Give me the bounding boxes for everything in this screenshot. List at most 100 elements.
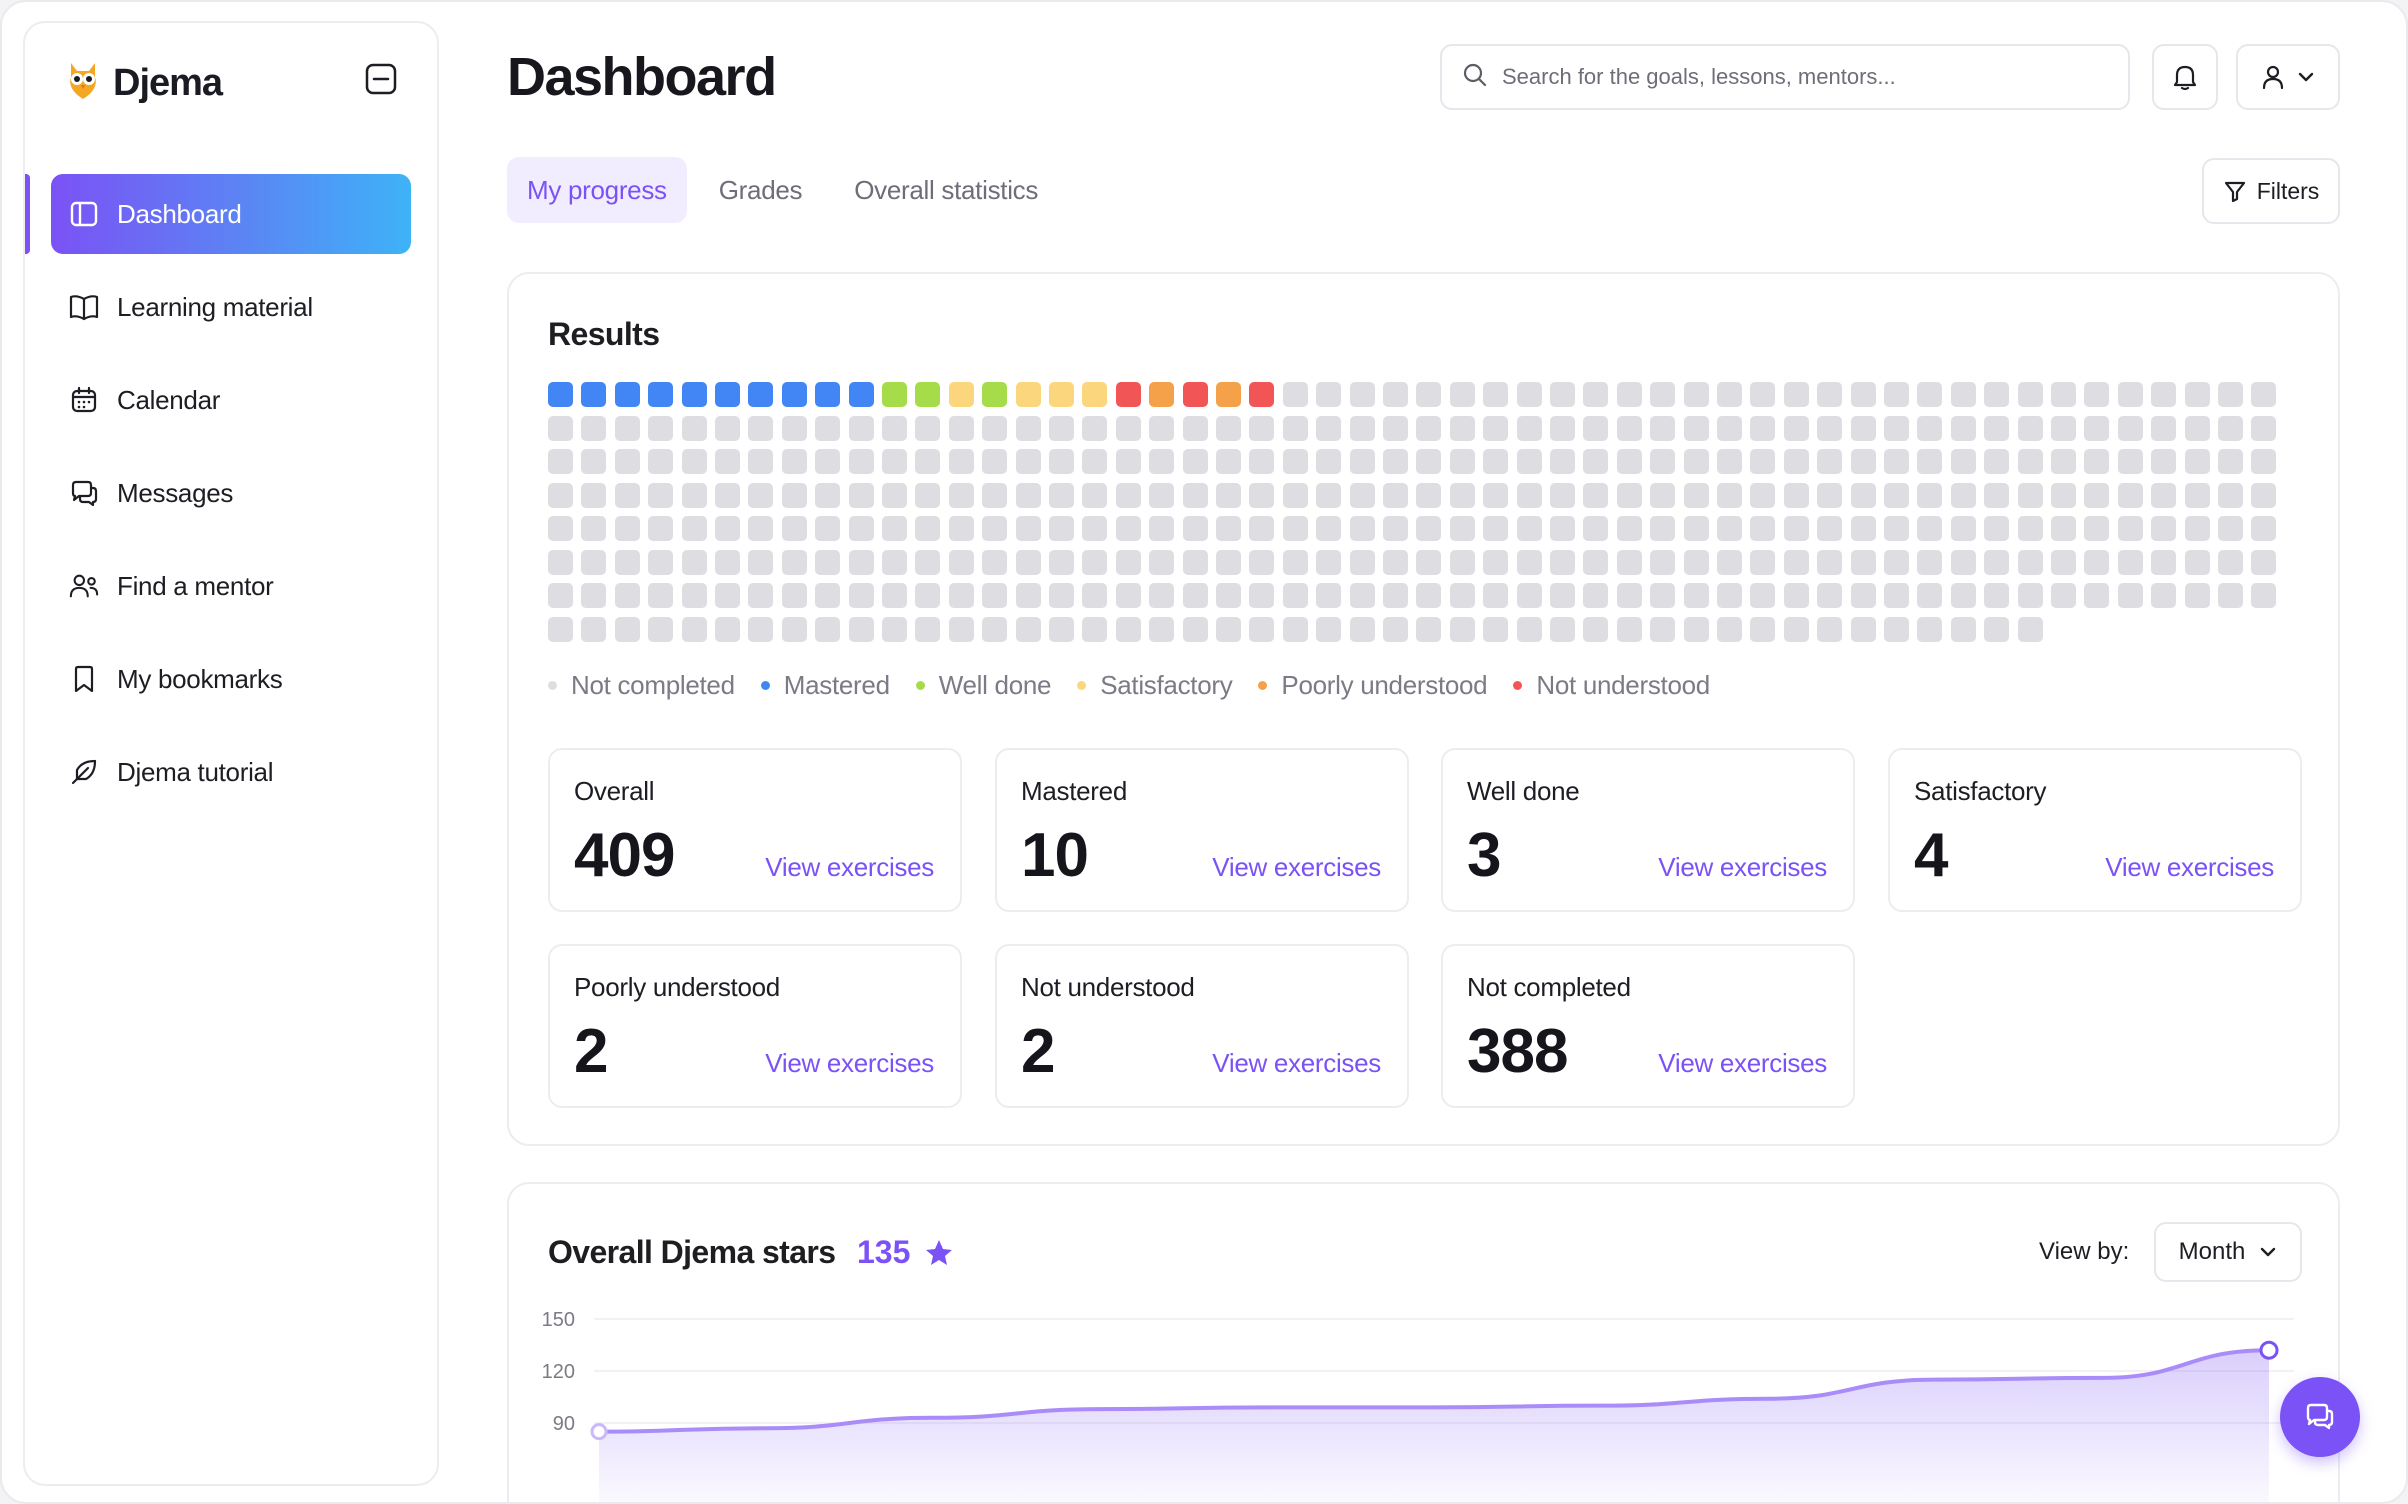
result-cell[interactable] [1783,516,1809,541]
result-cell[interactable] [1783,583,1809,608]
result-cell[interactable] [1416,449,1442,474]
result-cell[interactable] [1917,415,1943,441]
sidebar-item-dashboard[interactable]: Dashboard [25,174,411,254]
result-cell[interactable] [1349,415,1375,441]
result-cell[interactable] [2151,482,2177,508]
result-cell[interactable] [1182,616,1208,642]
result-cell[interactable] [882,616,907,642]
result-cell[interactable] [1115,583,1141,608]
result-cell[interactable] [1616,415,1642,441]
result-cell[interactable] [1216,482,1241,508]
result-cell[interactable] [1550,616,1575,642]
result-cell[interactable] [715,616,740,642]
result-cell[interactable] [948,549,974,575]
result-cell[interactable] [1449,382,1475,407]
result-cell[interactable] [715,549,740,575]
sidebar-item-djema-tutorial[interactable]: Djema tutorial [51,732,411,812]
result-cell[interactable] [715,449,740,474]
result-cell[interactable] [1550,482,1575,508]
result-cell[interactable] [2117,549,2143,575]
result-cell[interactable] [548,583,573,608]
tab-my-progress[interactable]: My progress [507,157,687,223]
result-cell[interactable] [1182,583,1208,608]
result-cell[interactable] [1917,449,1943,474]
result-cell[interactable] [748,382,774,407]
result-cell[interactable] [548,516,573,541]
tab-grades[interactable]: Grades [699,157,822,223]
result-cell[interactable] [1717,616,1742,642]
result-cell[interactable] [2218,549,2243,575]
result-cell[interactable] [548,616,573,642]
result-cell[interactable] [1249,616,1275,642]
result-cell[interactable] [1917,482,1943,508]
result-cell[interactable] [1216,449,1241,474]
result-cell[interactable] [1383,516,1408,541]
result-cell[interactable] [1984,583,2010,608]
result-cell[interactable] [848,449,874,474]
result-cell[interactable] [1115,382,1141,407]
result-cell[interactable] [1683,549,1709,575]
result-cell[interactable] [1750,616,1776,642]
view-exercises-link[interactable]: View exercises [1658,852,1827,883]
result-cell[interactable] [982,616,1008,642]
result-cell[interactable] [1783,382,1809,407]
result-cell[interactable] [1282,415,1308,441]
result-cell[interactable] [2084,549,2110,575]
result-cell[interactable] [748,415,774,441]
result-cell[interactable] [1483,516,1509,541]
result-cell[interactable] [2218,415,2243,441]
result-cell[interactable] [1082,482,1108,508]
result-cell[interactable] [748,583,774,608]
result-cell[interactable] [1282,549,1308,575]
sidebar-item-messages[interactable]: Messages [51,453,411,533]
result-cell[interactable] [2084,516,2110,541]
result-cell[interactable] [581,583,607,608]
result-cell[interactable] [715,516,740,541]
result-cell[interactable] [1015,415,1041,441]
result-cell[interactable] [1349,482,1375,508]
result-cell[interactable] [1850,616,1876,642]
result-cell[interactable] [1650,549,1676,575]
result-cell[interactable] [2117,382,2143,407]
result-cell[interactable] [648,382,674,407]
result-cell[interactable] [1616,516,1642,541]
view-by-select[interactable]: Month [2154,1222,2302,1282]
result-cell[interactable] [1216,583,1241,608]
result-cell[interactable] [2184,549,2210,575]
result-cell[interactable] [1850,449,1876,474]
result-cell[interactable] [1349,583,1375,608]
tab-overall-statistics[interactable]: Overall statistics [834,157,1058,223]
result-cell[interactable] [1182,549,1208,575]
result-cell[interactable] [2251,382,2277,407]
filters-button[interactable]: Filters [2202,158,2340,224]
result-cell[interactable] [1449,583,1475,608]
result-cell[interactable] [1115,482,1141,508]
result-cell[interactable] [2051,516,2076,541]
result-cell[interactable] [815,549,841,575]
result-cell[interactable] [1950,616,1976,642]
result-cell[interactable] [1583,516,1609,541]
result-cell[interactable] [1082,516,1108,541]
result-cell[interactable] [1817,616,1843,642]
result-cell[interactable] [1750,516,1776,541]
result-cell[interactable] [1149,482,1175,508]
result-cell[interactable] [2017,516,2043,541]
result-cell[interactable] [1650,449,1676,474]
result-cell[interactable] [1516,583,1542,608]
result-cell[interactable] [848,382,874,407]
result-cell[interactable] [1282,516,1308,541]
result-cell[interactable] [1550,382,1575,407]
brand[interactable]: Djema [63,59,223,108]
result-cell[interactable] [1717,583,1742,608]
result-cell[interactable] [1416,382,1442,407]
result-cell[interactable] [648,616,674,642]
result-cell[interactable] [715,382,740,407]
result-cell[interactable] [581,482,607,508]
result-cell[interactable] [1249,583,1275,608]
result-cell[interactable] [1717,482,1742,508]
result-cell[interactable] [1884,516,1909,541]
result-cell[interactable] [1884,482,1909,508]
result-cell[interactable] [2051,415,2076,441]
result-cell[interactable] [1516,616,1542,642]
result-cell[interactable] [2184,516,2210,541]
